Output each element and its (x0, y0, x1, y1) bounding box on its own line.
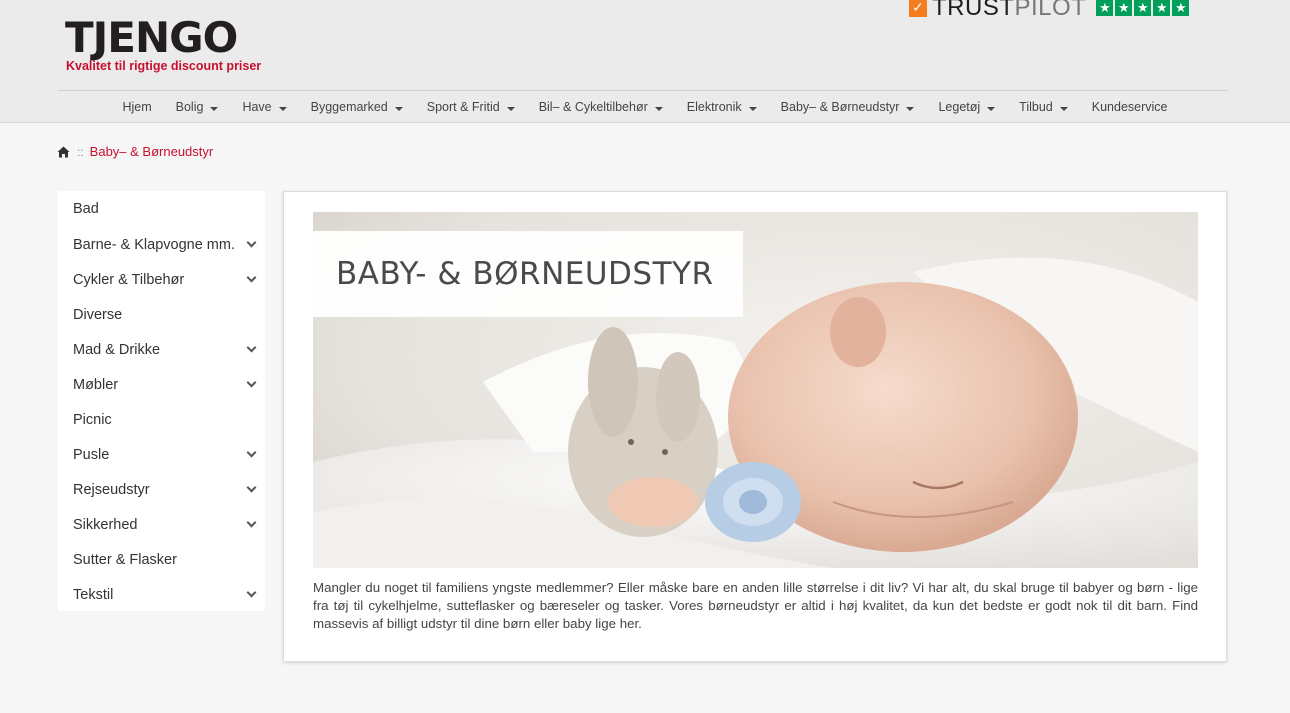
chevron-down-icon[interactable] (246, 587, 257, 598)
sidebar-item-label: Møbler (73, 376, 119, 393)
trustpilot-stars: ★ ★ ★ ★ ★ (1096, 0, 1191, 16)
nav-item-bil-cykeltilbehoer[interactable]: Bil– & Cykeltilbehør (527, 100, 675, 114)
caret-down-icon (654, 106, 663, 111)
site-header: TJENGO Kvalitet til rigtige discount pri… (0, 0, 1290, 123)
chevron-down-icon[interactable] (246, 272, 257, 283)
caret-down-icon (210, 106, 219, 111)
hero-title-box: BABY- & BØRNEUDSTYR (313, 231, 743, 317)
nav-item-label: Hjem (122, 99, 152, 114)
caret-down-icon (394, 106, 403, 111)
nav-item-hjem[interactable]: Hjem (110, 100, 163, 114)
sidebar-item-picnic[interactable]: Picnic (58, 402, 265, 437)
caret-down-icon (987, 106, 996, 111)
sidebar-item-label: Mad & Drikke (73, 341, 161, 358)
chevron-down-icon[interactable] (246, 517, 257, 528)
sidebar-item-bad[interactable]: Bad (58, 191, 265, 227)
nav-item-sport-fritid[interactable]: Sport & Fritid (415, 100, 527, 114)
nav-item-legetoej[interactable]: Legetøj (926, 100, 1007, 114)
sidebar-item-barne-klapvogne-mm[interactable]: Barne- & Klapvogne mm. (58, 227, 265, 262)
nav-item-label: Kundeservice (1091, 99, 1168, 114)
sidebar-item-label: Sutter & Flasker (73, 551, 177, 568)
sidebar-item-tekstil[interactable]: Tekstil (58, 577, 265, 612)
sidebar-item-label: Cykler & Tilbehør (73, 271, 185, 288)
trustpilot-badge[interactable]: ✓ TRUSTPILOT ★ ★ ★ ★ ★ (909, 0, 1191, 21)
star-icon: ★ (1153, 0, 1171, 16)
nav-item-label: Have (242, 99, 272, 114)
chevron-down-icon[interactable] (246, 237, 257, 248)
nav-item-label: Sport & Fritid (426, 99, 500, 114)
nav-item-baby-boerneudstyr[interactable]: Baby– & Børneudstyr (769, 100, 927, 114)
chevron-down-icon[interactable] (246, 482, 257, 493)
hero-title: BABY- & BØRNEUDSTYR (336, 256, 714, 292)
sidebar-item-moebler[interactable]: Møbler (58, 367, 265, 402)
sidebar-item-rejseudstyr[interactable]: Rejseudstyr (58, 472, 265, 507)
sidebar-item-label: Pusle (73, 446, 110, 463)
nav-item-elektronik[interactable]: Elektronik (675, 100, 769, 114)
nav-item-bolig[interactable]: Bolig (164, 100, 231, 114)
nav-item-label: Byggemarked (310, 99, 388, 114)
category-description: Mangler du noget til familiens yngste me… (313, 580, 1198, 631)
caret-down-icon (278, 106, 287, 111)
nav-item-label: Baby– & Børneudstyr (780, 99, 900, 114)
sidebar-item-label: Picnic (73, 411, 112, 428)
chevron-down-icon[interactable] (246, 377, 257, 388)
caret-down-icon (748, 106, 757, 111)
sidebar-item-label: Bad (73, 201, 99, 217)
trustpilot-check-icon: ✓ (909, 0, 927, 17)
nav-item-byggemarked[interactable]: Byggemarked (299, 100, 415, 114)
sidebar-item-label: Rejseudstyr (73, 481, 150, 498)
nav-item-label: Bolig (175, 99, 204, 114)
category-sidebar: Bad Barne- & Klapvogne mm. Cykler & Tilbeh… (58, 191, 265, 611)
sidebar-item-diverse[interactable]: Diverse (58, 297, 265, 332)
breadcrumb-separator: :: (77, 144, 84, 159)
nav-item-have[interactable]: Have (230, 100, 298, 114)
sidebar-item-pusle[interactable]: Pusle (58, 437, 265, 472)
breadcrumb: :: Baby– & Børneudstyr (57, 144, 213, 159)
sidebar-item-mad-drikke[interactable]: Mad & Drikke (58, 332, 265, 367)
nav-item-label: Elektronik (686, 99, 742, 114)
sidebar-item-label: Barne- & Klapvogne mm. (73, 236, 235, 253)
sidebar-item-label: Tekstil (73, 586, 114, 603)
category-panel: BABY- & BØRNEUDSTYR Mangler du noget til… (283, 191, 1227, 662)
breadcrumb-current[interactable]: Baby– & Børneudstyr (90, 144, 214, 159)
sidebar-item-sikkerhed[interactable]: Sikkerhed (58, 507, 265, 542)
nav-item-label: Tilbud (1019, 99, 1053, 114)
caret-down-icon (1059, 106, 1068, 111)
chevron-down-icon[interactable] (246, 342, 257, 353)
star-icon: ★ (1134, 0, 1152, 16)
sidebar-item-cykler-tilbehoer[interactable]: Cykler & Tilbehør (58, 262, 265, 297)
nav-item-label: Legetøj (938, 99, 981, 114)
nav-item-label: Bil– & Cykeltilbehør (538, 99, 648, 114)
star-icon: ★ (1115, 0, 1133, 16)
trustpilot-label: TRUSTPILOT (932, 0, 1087, 21)
home-icon[interactable] (57, 146, 70, 158)
star-icon: ★ (1096, 0, 1114, 16)
caret-down-icon (906, 106, 915, 111)
logo-wordmark: TJENGO (65, 13, 238, 62)
sidebar-item-label: Diverse (73, 306, 123, 323)
hero-banner: BABY- & BØRNEUDSTYR (313, 212, 1198, 568)
chevron-down-icon[interactable] (246, 447, 257, 458)
logo-tagline: Kvalitet til rigtige discount priser (66, 59, 262, 73)
sidebar-item-sutter-flasker[interactable]: Sutter & Flasker (58, 542, 265, 577)
main-nav: Hjem Bolig Have Byggemarked Sport & Fritid Bi… (0, 91, 1290, 122)
sidebar-item-label: Sikkerhed (73, 516, 138, 533)
star-icon: ★ (1172, 0, 1190, 16)
nav-item-kundeservice[interactable]: Kundeservice (1080, 100, 1180, 114)
nav-item-tilbud[interactable]: Tilbud (1007, 100, 1080, 114)
logo[interactable]: TJENGO Kvalitet til rigtige discount pri… (65, 13, 262, 74)
caret-down-icon (506, 106, 515, 111)
